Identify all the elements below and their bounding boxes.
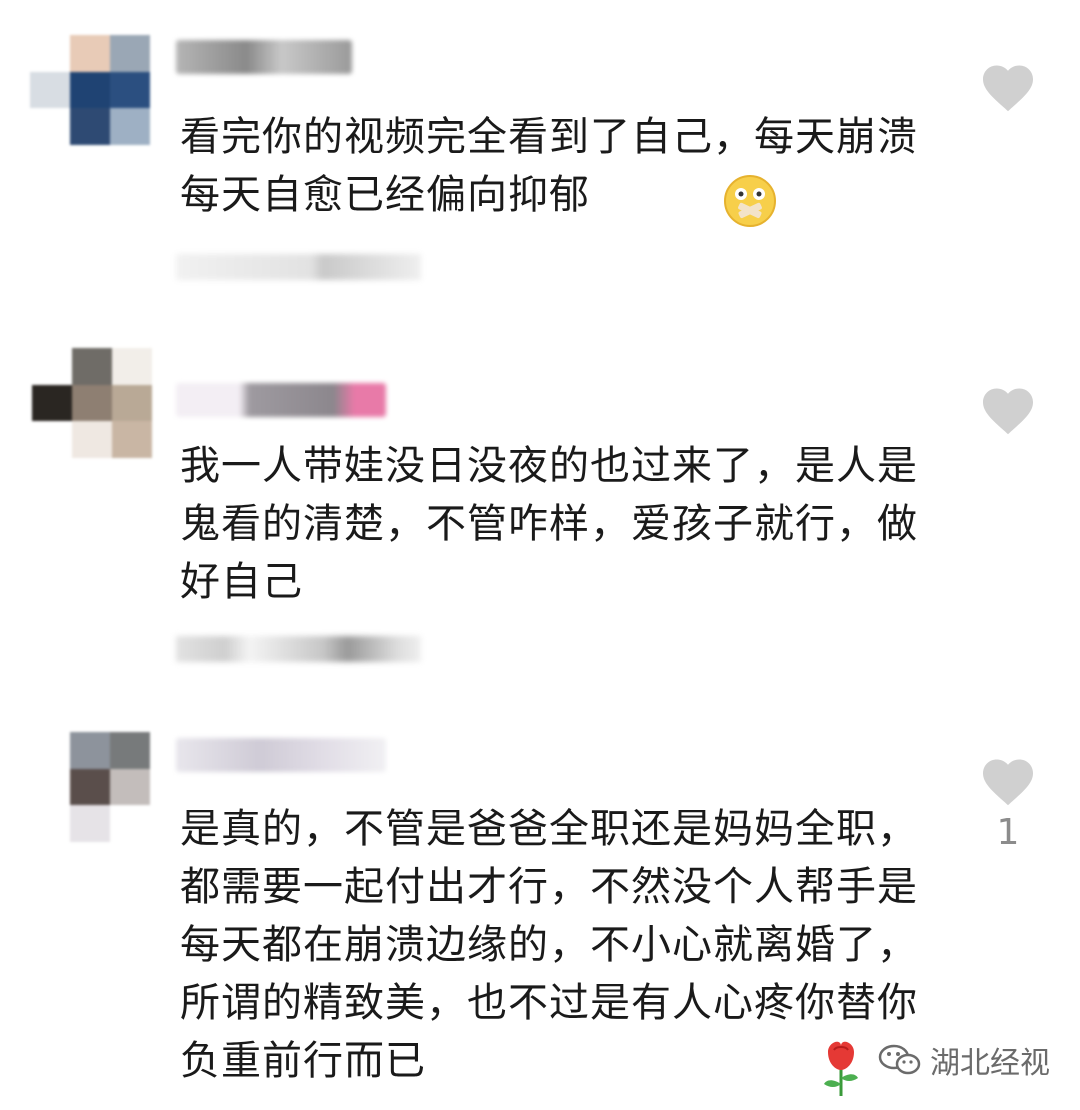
username-blurred[interactable] [176, 738, 386, 772]
heart-icon[interactable] [978, 752, 1038, 812]
avatar[interactable] [30, 732, 150, 842]
timestamp-blurred [176, 254, 421, 280]
heart-icon[interactable] [978, 381, 1038, 441]
username-blurred[interactable] [176, 40, 352, 74]
like-count: 1 [996, 812, 1020, 853]
username-blurred[interactable] [176, 383, 386, 417]
comment-text: 是真的，不管是爸爸全职还是妈妈全职，都需要一起付出才行，不然没个人帮手是每天都在… [180, 806, 918, 1084]
watermark-label: 湖北经视 [930, 1046, 1050, 1081]
comment-text: 我一人带娃没日没夜的也过来了，是人是鬼看的清楚，不管咋样，爱孩子就行，做好自己 [180, 443, 918, 605]
rose-emoji [824, 1041, 858, 1096]
comment-text: 看完你的视频完全看到了自己，每天崩溃每天自愈已经偏向抑郁 [180, 114, 918, 218]
avatar[interactable] [30, 35, 150, 145]
face-with-bandage-mouth-emoji [724, 175, 776, 227]
avatar[interactable] [32, 348, 152, 458]
watermark: 湖北经视 [878, 1038, 1050, 1082]
timestamp-blurred [176, 636, 421, 662]
wechat-icon [878, 1044, 921, 1075]
heart-icon[interactable] [978, 58, 1038, 118]
